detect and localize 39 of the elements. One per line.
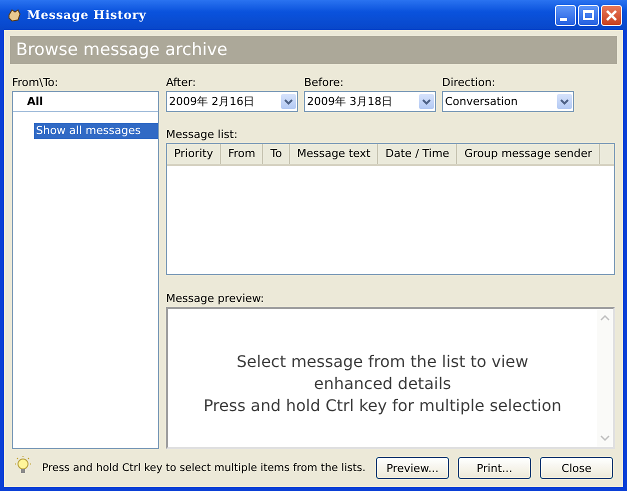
minimize-button[interactable] <box>555 4 576 26</box>
column-header[interactable]: Date / Time <box>378 144 458 164</box>
field-label: After: <box>166 76 197 91</box>
chevron-down-icon <box>284 98 293 104</box>
field-label: Message preview: <box>166 292 266 307</box>
column-header[interactable]: To <box>263 144 290 164</box>
dropdown-button[interactable] <box>556 94 572 109</box>
minimize-icon <box>560 18 567 20</box>
chevron-down-icon <box>560 98 569 104</box>
dropdown-button[interactable] <box>418 94 434 109</box>
dialog-button[interactable]: Close <box>540 457 613 479</box>
list-item[interactable]: All <box>13 92 158 112</box>
window-title: Message History <box>27 8 148 22</box>
header-title: Browse message archive <box>16 40 228 60</box>
column-header[interactable]: From <box>221 144 264 164</box>
maximize-button[interactable] <box>578 4 599 26</box>
dialog-button[interactable]: Print... <box>458 457 531 479</box>
field-label: Message list: <box>166 128 239 143</box>
field-label: From\To: <box>12 76 60 91</box>
hint-text: Press and hold Ctrl key to select multiple items from the lists. <box>42 462 367 474</box>
field-label: Direction: <box>442 76 496 91</box>
dropdown[interactable]: 2009年 2月16日 <box>166 91 298 112</box>
column-header[interactable]: Message text <box>290 144 378 164</box>
preview-text: enhanced details <box>314 373 452 395</box>
dialog-button[interactable]: Preview... <box>376 457 449 479</box>
dropdown-button[interactable] <box>280 94 296 109</box>
column-header[interactable]: Priority <box>166 144 222 164</box>
close-button[interactable] <box>601 4 622 26</box>
preview-text: Press and hold Ctrl key for multiple selection <box>203 395 562 417</box>
column-header[interactable]: Group message sender <box>457 144 600 164</box>
field-label: Before: <box>304 76 345 91</box>
scrollbar[interactable] <box>597 309 613 447</box>
preview-text: Select message from the list to view <box>236 351 528 373</box>
dropdown[interactable]: Conversation <box>442 91 574 112</box>
list-item[interactable]: Show all messages <box>34 123 158 139</box>
maximize-icon <box>583 10 594 20</box>
chevron-down-icon <box>422 98 431 104</box>
dropdown[interactable]: 2009年 3月18日 <box>304 91 436 112</box>
close-icon <box>606 10 617 20</box>
